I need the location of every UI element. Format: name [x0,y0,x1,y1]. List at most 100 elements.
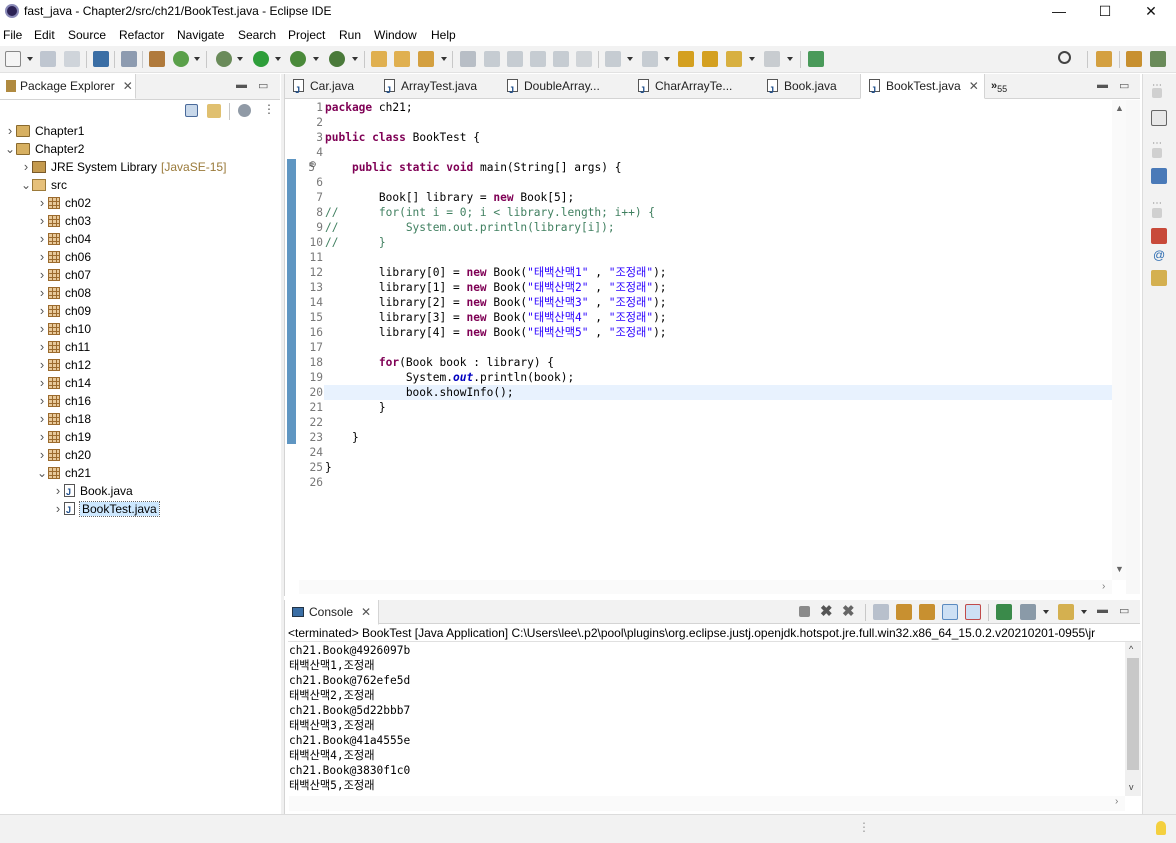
show-whitespace-icon[interactable] [553,51,569,67]
tree-item[interactable]: › ch03 [36,212,91,230]
chevron-down-icon[interactable] [27,57,33,61]
tree-item[interactable]: ⌄ src [20,176,67,194]
chevron-right-icon[interactable]: › [36,392,48,410]
declaration-icon[interactable] [1151,270,1167,286]
tree-item[interactable]: › BookTest.java [52,500,160,519]
java-perspective-icon[interactable] [1126,51,1142,67]
next-annotation-icon[interactable] [605,51,621,67]
chevron-right-icon[interactable]: › [36,302,48,320]
forward-icon[interactable] [764,51,780,67]
tree-item[interactable]: › ch16 [36,392,91,410]
restore-icon[interactable] [1152,148,1162,158]
maximize-editor-icon[interactable]: ▭ [1119,79,1129,92]
debug-icon[interactable] [216,51,232,67]
debug-perspective-icon[interactable] [1150,51,1166,67]
tab-book-java[interactable]: Book.java [767,74,837,102]
tree-item[interactable]: › ch06 [36,248,91,266]
menu-search[interactable]: Search [238,28,276,42]
tab-overflow-button[interactable]: »55 [991,74,1007,99]
view-menu-icon[interactable]: ⋮ [263,102,275,116]
link-with-editor-icon[interactable] [207,104,221,118]
chevron-right-icon[interactable]: › [36,410,48,428]
run-icon[interactable] [253,51,269,67]
close-icon[interactable]: ✕ [969,79,979,93]
tree-item[interactable]: › ch02 [36,194,91,212]
word-wrap-icon[interactable] [530,51,546,67]
show-stdout-icon[interactable] [942,604,958,620]
menu-help[interactable]: Help [431,28,456,42]
block-selection-icon[interactable] [507,51,523,67]
search-tool-icon[interactable] [418,51,434,67]
console-output[interactable]: ch21.Book@4926097b 태백산맥1,조정래 ch21.Book@762… [289,642,1125,796]
skip-breakpoints-icon[interactable] [121,51,137,67]
toggle-mark-icon[interactable] [460,51,476,67]
chevron-right-icon[interactable]: › [36,338,48,356]
chevron-right-icon[interactable]: › [52,482,64,500]
save-all-icon[interactable] [64,51,80,67]
close-window-button[interactable]: ✕ [1128,0,1174,24]
console-icon[interactable] [93,51,109,67]
terminate-icon[interactable] [799,606,810,617]
open-perspective-icon[interactable] [1096,51,1112,67]
chevron-right-icon[interactable]: › [36,374,48,392]
tab-console[interactable]: Console ✕ [285,600,379,625]
menu-refactor[interactable]: Refactor [119,28,164,42]
console-horizontal-scrollbar[interactable]: › [289,796,1125,811]
fold-collapse-icon[interactable]: ⊖ [309,159,317,170]
lightbulb-icon[interactable] [1156,821,1166,835]
pin-console-icon[interactable] [996,604,1012,620]
scroll-right-icon[interactable]: › [1115,796,1118,807]
scroll-down-icon[interactable]: ▼ [1115,564,1124,574]
tree-item[interactable]: › ch12 [36,356,91,374]
save-icon[interactable] [40,51,56,67]
tree-item[interactable]: › ch10 [36,320,91,338]
search-icon[interactable] [1058,51,1071,64]
tab-car-java[interactable]: Car.java [293,74,354,102]
task-list-icon[interactable] [1151,168,1167,184]
tree-item[interactable]: › ch20 [36,446,91,464]
clear-console-icon[interactable] [873,604,889,620]
maximize-view-icon[interactable]: ▭ [258,79,268,92]
tree-item[interactable]: ⌄ ch21 [36,464,91,482]
tab-chararraytest-java[interactable]: CharArrayTe... [638,74,732,102]
restore-icon[interactable] [1152,208,1162,218]
last-edit-icon[interactable] [678,51,694,67]
chevron-right-icon[interactable]: › [36,284,48,302]
javadoc-icon[interactable]: @ [1153,248,1165,262]
open-resource-icon[interactable] [394,51,410,67]
editor-vertical-scrollbar[interactable]: ▲ ▼ [1112,100,1126,580]
chevron-right-icon[interactable]: › [20,158,32,176]
pin-editor-icon[interactable] [808,51,824,67]
scroll-right-icon[interactable]: › [1102,581,1105,592]
menu-navigate[interactable]: Navigate [177,28,224,42]
open-console-icon[interactable] [1058,604,1074,620]
tab-arraytest-java[interactable]: ArrayTest.java [384,74,477,102]
tree-item[interactable]: › ch09 [36,302,91,320]
menu-window[interactable]: Window [374,28,417,42]
tree-item[interactable]: › JRE System Library [JavaSE-15] [20,158,227,176]
code-editor[interactable]: package ch21; public class BookTest { pu… [325,100,667,475]
scroll-lock-icon[interactable] [896,604,912,620]
pilcrow-icon[interactable] [576,51,592,67]
maximize-button[interactable]: ☐ [1082,0,1128,24]
minimize-editor-icon[interactable]: ▬ [1097,79,1108,91]
toggle-breadcrumb-icon[interactable] [484,51,500,67]
chevron-down-icon[interactable]: ⌄ [20,176,32,194]
display-console-icon[interactable] [1020,604,1036,620]
chevron-right-icon[interactable]: › [36,446,48,464]
tree-item[interactable]: › Chapter1 [4,122,85,140]
menu-edit[interactable]: Edit [34,28,55,42]
chevron-right-icon[interactable]: › [36,320,48,338]
menu-file[interactable]: File [3,28,22,42]
chevron-down-icon[interactable]: ⌄ [4,140,16,158]
scroll-down-icon[interactable]: v [1129,782,1134,792]
chevron-right-icon[interactable]: › [36,356,48,374]
external-tools-icon[interactable] [329,51,345,67]
chevron-right-icon[interactable]: › [4,122,16,140]
tree-item[interactable]: › ch08 [36,284,91,302]
tree-item[interactable]: › ch18 [36,410,91,428]
menu-run[interactable]: Run [339,28,361,42]
outline-view-icon[interactable] [1151,110,1167,126]
new-class-icon[interactable] [173,51,189,67]
chevron-right-icon[interactable]: › [36,194,48,212]
